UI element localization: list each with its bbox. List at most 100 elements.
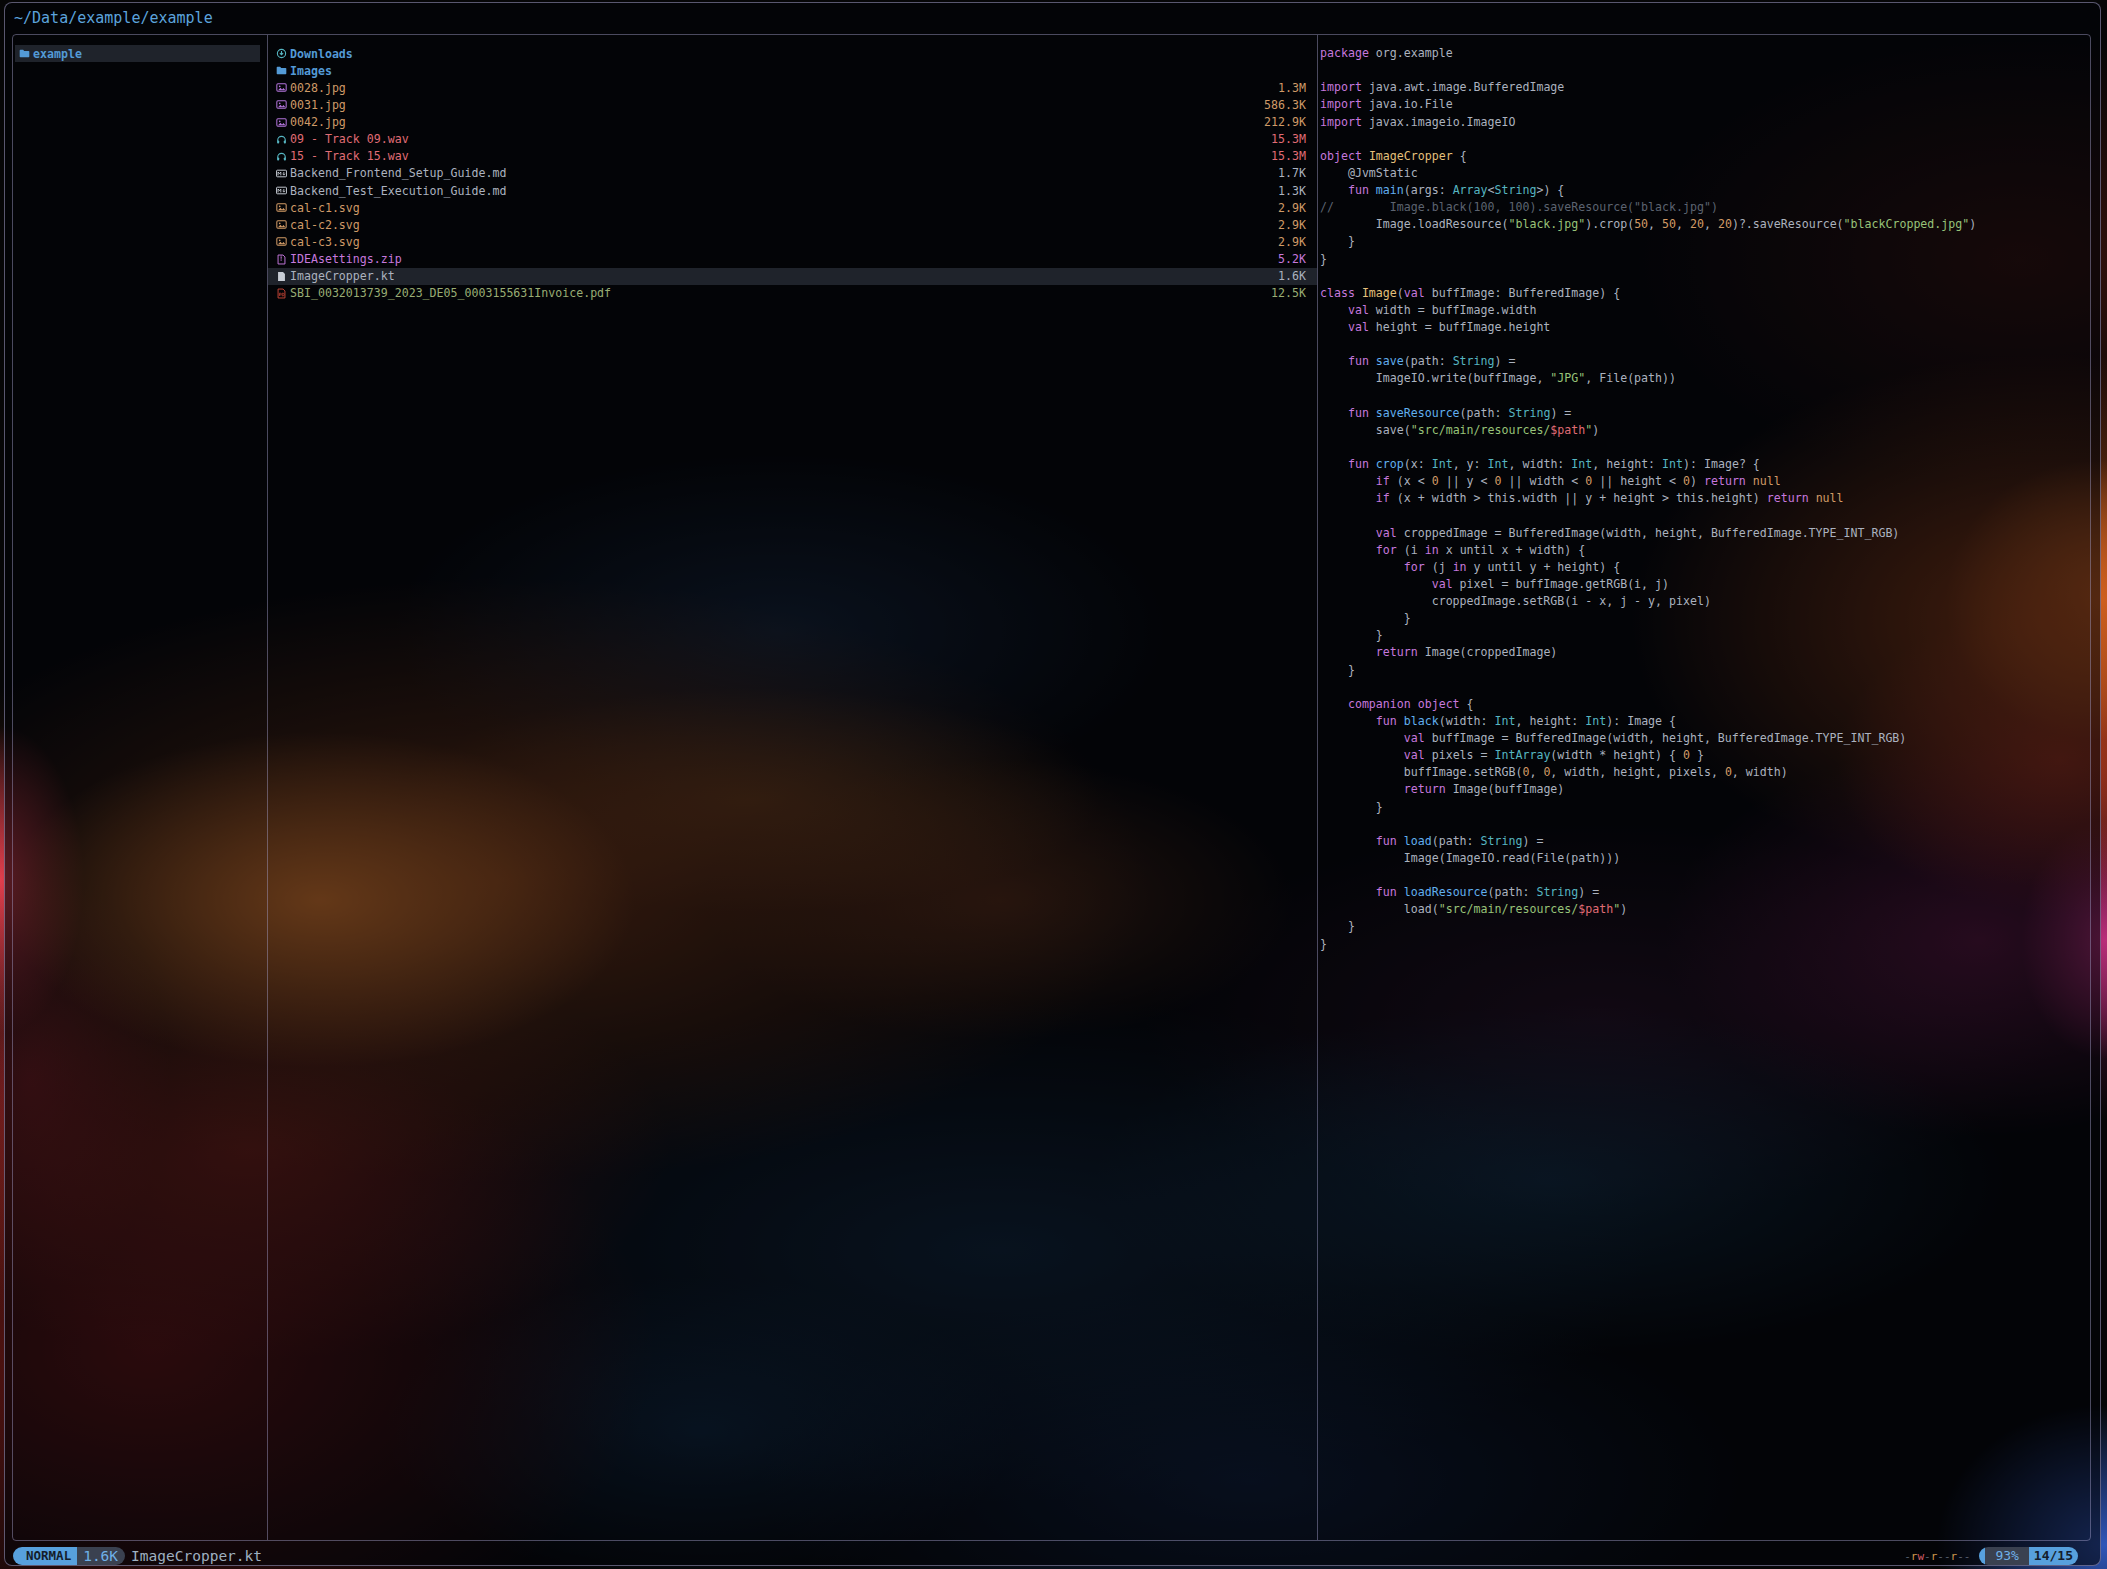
vector-image-icon <box>276 202 287 213</box>
code-line <box>1320 336 1976 353</box>
code-line: load("src/main/resources/$path") <box>1320 901 1976 918</box>
code-line <box>1320 131 1976 148</box>
file-name: 09 - Track 09.wav <box>290 132 409 146</box>
current-pane: DownloadsImages0028.jpg1.3M 0031.jpg 586.3… <box>268 45 1317 302</box>
file-row[interactable]: cal-c2.svg 2.9K <box>268 216 1317 233</box>
code-line: class Image(val buffImage: BufferedImage… <box>1320 285 1976 302</box>
code-line: package org.example <box>1320 45 1976 62</box>
file-size: 586.3K <box>1264 98 1306 112</box>
archive-icon <box>276 254 287 265</box>
code-line: Image(ImageIO.read(File(path))) <box>1320 850 1976 867</box>
code-line: fun save(path: String) = <box>1320 353 1976 370</box>
code-line: val buffImage = BufferedImage(width, hei… <box>1320 730 1976 747</box>
terminal-window: ~/Data/example/example example Downloads… <box>4 2 2101 1566</box>
file-row[interactable]: Downloads <box>268 45 1317 62</box>
code-line: } <box>1320 918 1976 935</box>
file-size: 1.6K <box>1278 269 1306 283</box>
file-row[interactable]: SBI_0032013739_2023_DE05_0003155631Invoi… <box>268 285 1317 302</box>
file-size: 1.3K <box>1278 184 1306 198</box>
code-line: fun load(path: String) = <box>1320 833 1976 850</box>
vector-image-icon <box>276 236 287 247</box>
file-size-badge: 1.6K <box>77 1547 125 1565</box>
code-line <box>1320 867 1976 884</box>
parent-pane: example <box>15 45 260 62</box>
file-name: Backend_Frontend_Setup_Guide.md <box>290 166 506 180</box>
file-row[interactable]: Backend_Test_Execution_Guide.md1.3K <box>268 182 1317 199</box>
file-name: 15 - Track 15.wav <box>290 149 409 163</box>
preview-pane: package org.example import java.awt.imag… <box>1320 45 1976 953</box>
file-row[interactable]: cal-c1.svg2.9K <box>268 199 1317 216</box>
file-row[interactable]: 0028.jpg1.3M <box>268 79 1317 96</box>
file-row[interactable]: Images <box>268 62 1317 79</box>
code-line: if (x + width > this.width || y + height… <box>1320 490 1976 507</box>
code-line: object ImageCropper { <box>1320 148 1976 165</box>
code-line: return Image(buffImage) <box>1320 781 1976 798</box>
file-permissions: -rw-r--r-- <box>1904 1550 1970 1563</box>
downloads-folder-icon <box>276 48 287 59</box>
file-name: example <box>33 47 82 61</box>
file-row[interactable]: IDEAsettings.zip5.2K <box>268 251 1317 268</box>
file-name: cal-c2.svg <box>290 218 360 232</box>
folder-icon <box>276 65 287 76</box>
code-line: fun black(width: Int, height: Int): Imag… <box>1320 713 1976 730</box>
file-size: 15.3M <box>1271 132 1306 146</box>
code-line: import javax.imageio.ImageIO <box>1320 114 1976 131</box>
file-icon <box>276 271 287 282</box>
code-line: companion object { <box>1320 696 1976 713</box>
vector-image-icon <box>276 219 287 230</box>
code-line: import java.io.File <box>1320 96 1976 113</box>
file-row[interactable]: ImageCropper.kt 1.6K <box>268 268 1317 285</box>
code-line <box>1320 62 1976 79</box>
file-row[interactable]: example <box>15 45 260 62</box>
file-row[interactable]: 0031.jpg 586.3K <box>268 96 1317 113</box>
file-size: 212.9K <box>1264 115 1306 129</box>
code-line: fun main(args: Array<String>) { <box>1320 182 1976 199</box>
code-line <box>1320 816 1976 833</box>
pdf-icon <box>276 288 287 299</box>
code-line: } <box>1320 233 1976 250</box>
file-row[interactable]: cal-c3.svg2.9K <box>268 233 1317 250</box>
file-size: 2.9K <box>1278 218 1306 232</box>
code-line: } <box>1320 610 1976 627</box>
code-line: for (j in y until y + height) { <box>1320 559 1976 576</box>
file-row[interactable]: 09 - Track 09.wav 15.3M <box>268 131 1317 148</box>
code-line: fun crop(x: Int, y: Int, width: Int, hei… <box>1320 456 1976 473</box>
audio-icon <box>276 151 287 162</box>
file-name: cal-c3.svg <box>290 235 360 249</box>
file-size: 1.7K <box>1278 166 1306 180</box>
file-size: 5.2K <box>1278 252 1306 266</box>
code-line: } <box>1320 936 1976 953</box>
code-line: save("src/main/resources/$path") <box>1320 422 1976 439</box>
file-name: SBI_0032013739_2023_DE05_0003155631Invoi… <box>290 286 611 300</box>
code-line <box>1320 507 1976 524</box>
code-line <box>1320 679 1976 696</box>
file-row[interactable]: 0042.jpg212.9K <box>268 114 1317 131</box>
image-icon <box>276 82 287 93</box>
code-line: } <box>1320 627 1976 644</box>
code-line <box>1320 388 1976 405</box>
audio-icon <box>276 134 287 145</box>
code-line: } <box>1320 662 1976 679</box>
file-name: 0031.jpg <box>290 98 346 112</box>
scroll-percent: 93% <box>1985 1547 2028 1565</box>
file-row[interactable]: Backend_Frontend_Setup_Guide.md 1.7K <box>268 165 1317 182</box>
code-line: } <box>1320 799 1976 816</box>
image-icon <box>276 117 287 128</box>
file-name: 0028.jpg <box>290 81 346 95</box>
cursor-position: 14/15 <box>2029 1547 2078 1565</box>
code-line: // Image.black(100, 100).saveResource("b… <box>1320 199 1976 216</box>
code-line: val pixel = buffImage.getRGB(i, j) <box>1320 576 1976 593</box>
file-size: 12.5K <box>1271 286 1306 300</box>
code-line: } <box>1320 251 1976 268</box>
file-row[interactable]: 15 - Track 15.wav15.3M <box>268 148 1317 165</box>
code-line: buffImage.setRGB(0, 0, width, height, pi… <box>1320 764 1976 781</box>
file-name: ImageCropper.kt <box>290 269 395 283</box>
code-line: val pixels = IntArray(width * height) { … <box>1320 747 1976 764</box>
code-line: fun saveResource(path: String) = <box>1320 405 1976 422</box>
file-name: cal-c1.svg <box>290 201 360 215</box>
markdown-icon <box>276 185 287 196</box>
image-icon <box>276 99 287 110</box>
code-line: Image.loadResource("black.jpg").crop(50,… <box>1320 216 1976 233</box>
breadcrumb-path: ~/Data/example/example <box>14 9 213 27</box>
status-filename: ImageCropper.kt <box>131 1548 262 1564</box>
